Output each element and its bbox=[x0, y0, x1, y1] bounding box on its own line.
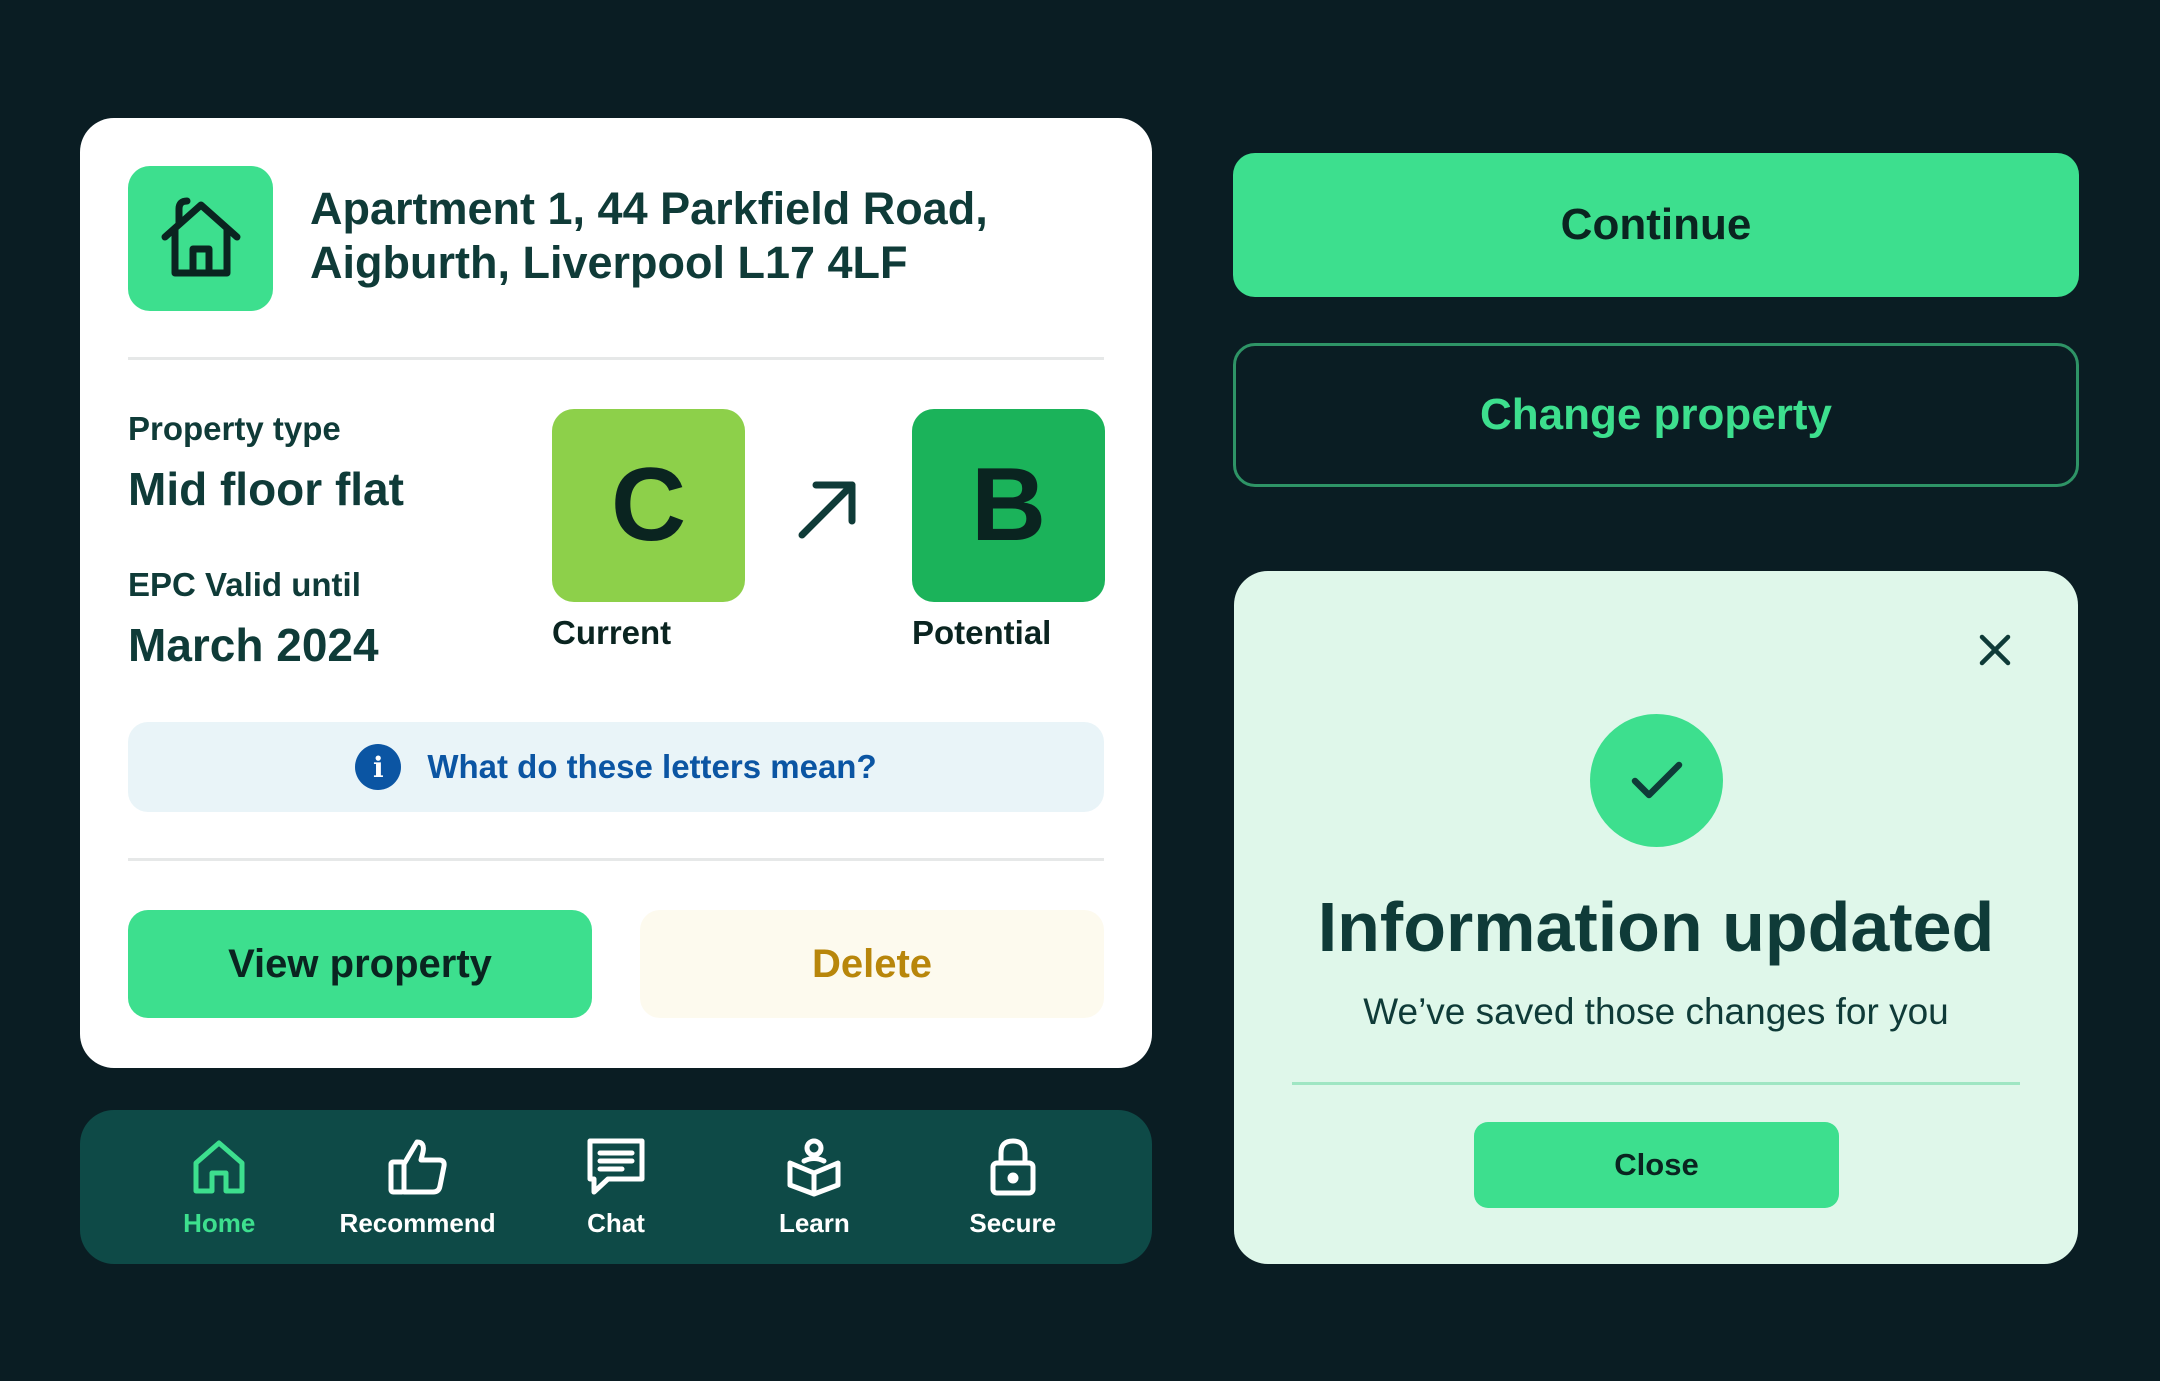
property-card: Apartment 1, 44 Parkfield Road, Aigburth… bbox=[80, 118, 1152, 1068]
nav-item-learn[interactable]: Learn bbox=[724, 1136, 904, 1239]
nav-label-learn: Learn bbox=[778, 1207, 850, 1238]
address-line-1: Apartment 1, 44 Parkfield Road, bbox=[310, 183, 988, 234]
arrow-up-right-icon bbox=[798, 481, 856, 539]
current-rating-badge: C bbox=[552, 409, 745, 602]
house-icon bbox=[128, 166, 273, 311]
continue-button[interactable]: Continue bbox=[1233, 153, 2079, 297]
view-property-button[interactable]: View property bbox=[128, 910, 592, 1018]
current-rating-label: Current bbox=[552, 614, 672, 651]
thumbs-up-icon bbox=[387, 1136, 449, 1198]
home-icon bbox=[192, 1136, 246, 1198]
divider bbox=[128, 858, 1104, 861]
info-icon: i bbox=[355, 744, 402, 790]
letters-info-text: What do these letters mean? bbox=[427, 748, 877, 785]
success-check-icon bbox=[1590, 714, 1723, 847]
book-user-icon bbox=[786, 1136, 842, 1198]
nav-item-home[interactable]: Home bbox=[129, 1136, 309, 1239]
address-line-2: Aigburth, Liverpool L17 4LF bbox=[310, 237, 908, 288]
divider bbox=[1292, 1082, 2020, 1085]
nav-label-secure: Secure bbox=[969, 1207, 1057, 1238]
confirmation-modal: Information updated We’ve saved those ch… bbox=[1234, 571, 2078, 1264]
potential-rating-badge: B bbox=[912, 409, 1105, 602]
modal-title: Information updated bbox=[1317, 888, 1995, 966]
potential-rating-label: Potential bbox=[912, 614, 1052, 651]
divider bbox=[128, 357, 1104, 360]
epc-valid-label: EPC Valid until bbox=[128, 566, 361, 603]
change-property-button[interactable]: Change property bbox=[1233, 343, 2079, 487]
lock-icon bbox=[989, 1136, 1037, 1198]
delete-button[interactable]: Delete bbox=[640, 910, 1104, 1018]
letters-info-link[interactable]: i What do these letters mean? bbox=[128, 722, 1104, 812]
chat-icon bbox=[586, 1136, 646, 1198]
nav-item-chat[interactable]: Chat bbox=[526, 1136, 706, 1239]
nav-label-chat: Chat bbox=[587, 1207, 645, 1238]
property-address: Apartment 1, 44 Parkfield Road, Aigburth… bbox=[310, 182, 1110, 290]
bottom-nav: Home Recommend Chat Learn Secure bbox=[80, 1110, 1152, 1264]
modal-subtitle: We’ve saved those changes for you bbox=[1363, 991, 1949, 1032]
nav-item-recommend[interactable]: Recommend bbox=[328, 1136, 508, 1239]
epc-valid-value: March 2024 bbox=[128, 619, 379, 671]
property-type-label: Property type bbox=[128, 410, 341, 447]
close-icon[interactable] bbox=[1978, 633, 2012, 667]
close-button[interactable]: Close bbox=[1474, 1122, 1839, 1208]
property-type-value: Mid floor flat bbox=[128, 463, 404, 515]
nav-item-secure[interactable]: Secure bbox=[923, 1136, 1103, 1239]
nav-label-recommend: Recommend bbox=[339, 1207, 496, 1238]
nav-label-home: Home bbox=[183, 1207, 256, 1238]
